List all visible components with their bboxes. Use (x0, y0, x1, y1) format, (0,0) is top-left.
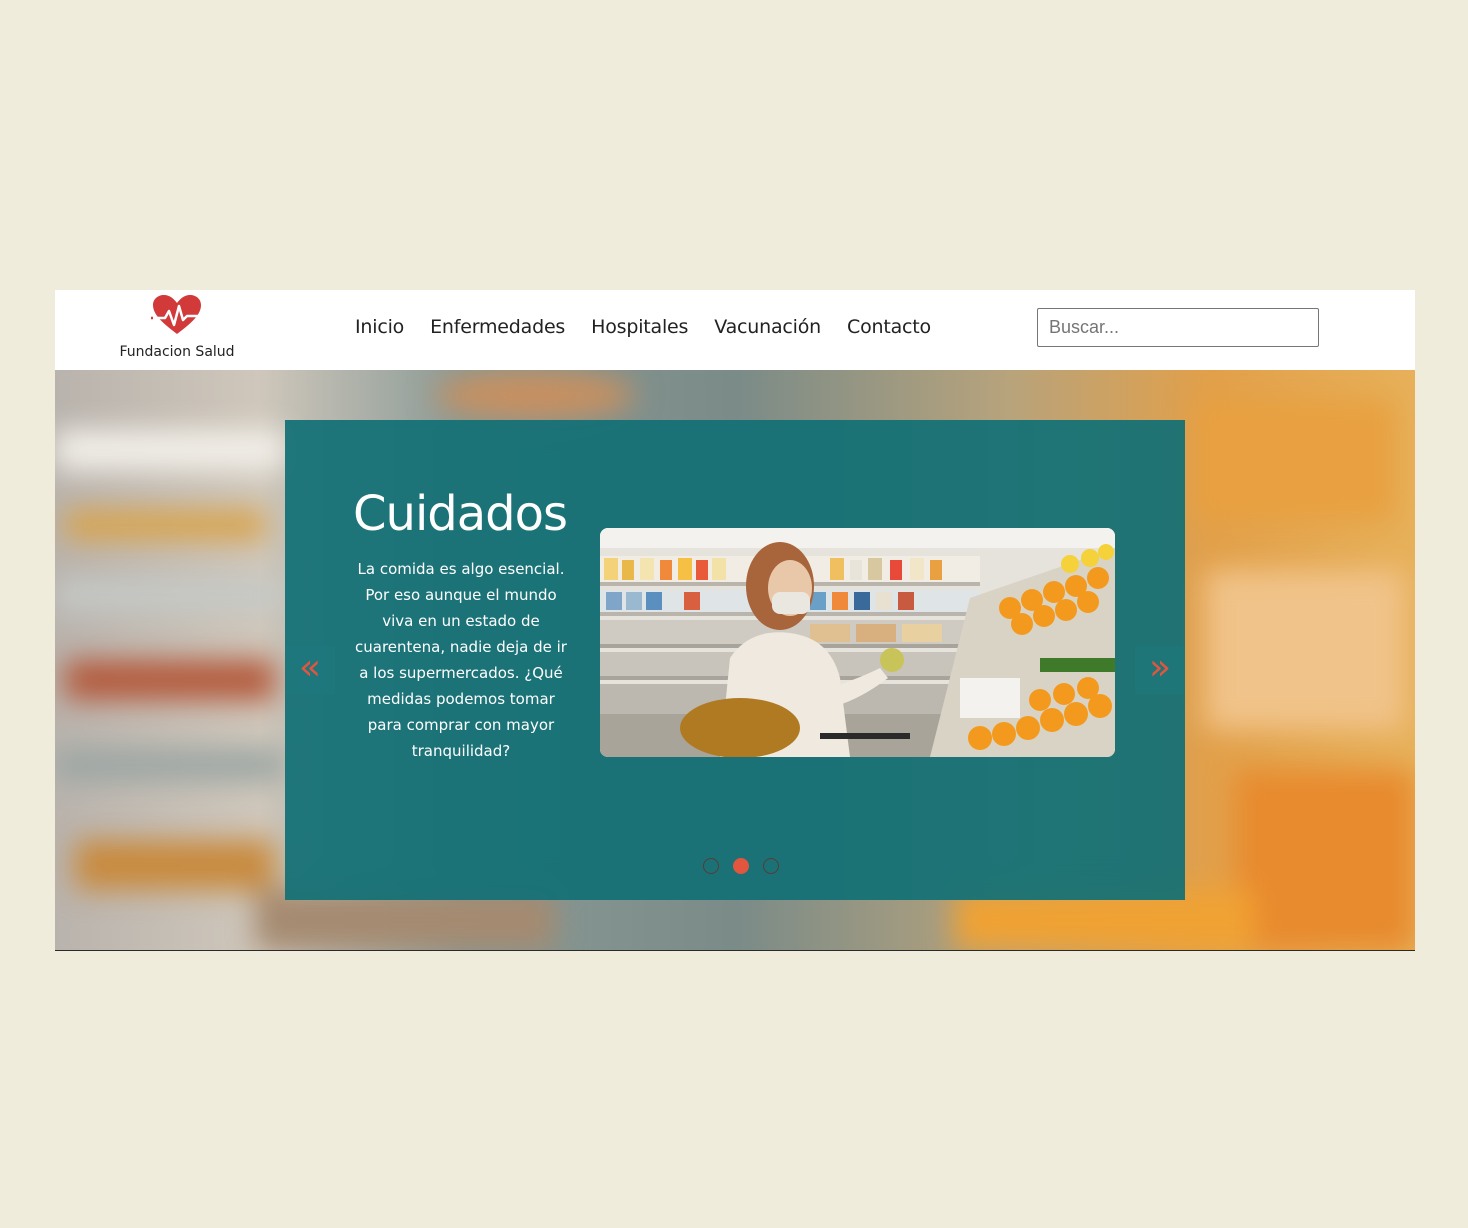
nav-item-inicio[interactable]: Inicio (355, 316, 404, 338)
carousel-dot-1[interactable] (703, 858, 719, 874)
carousel: Cuidados La comida es algo esencial. Por… (285, 420, 1185, 900)
site-header: Fundacion Salud Inicio Enfermedades Hosp… (55, 290, 1415, 370)
slide-text: La comida es algo esencial. Por eso aunq… (355, 560, 567, 760)
carousel-indicators (703, 858, 779, 874)
nav-item-hospitales[interactable]: Hospitales (591, 316, 688, 338)
hero-banner: Cuidados La comida es algo esencial. Por… (55, 370, 1415, 950)
carousel-next-button[interactable]: » (1135, 646, 1185, 694)
carousel-dot-2[interactable] (733, 858, 749, 874)
brand-name: Fundacion Salud (119, 344, 235, 360)
carousel-dot-3[interactable] (763, 858, 779, 874)
main-nav: Inicio Enfermedades Hospitales Vacunació… (355, 316, 931, 338)
carousel-prev-button[interactable]: « (285, 646, 335, 694)
nav-item-enfermedades[interactable]: Enfermedades (430, 316, 565, 338)
search-input[interactable] (1037, 308, 1319, 347)
slide-title: Cuidados (353, 486, 568, 542)
nav-item-vacunacion[interactable]: Vacunación (714, 316, 821, 338)
nav-item-contacto[interactable]: Contacto (847, 316, 931, 338)
site-frame: Fundacion Salud Inicio Enfermedades Hosp… (55, 290, 1415, 951)
brand-logo[interactable]: Fundacion Salud (115, 294, 239, 364)
hero-bottom-border (55, 950, 1415, 951)
heart-pulse-icon (151, 295, 203, 334)
slide-image (600, 528, 1115, 757)
